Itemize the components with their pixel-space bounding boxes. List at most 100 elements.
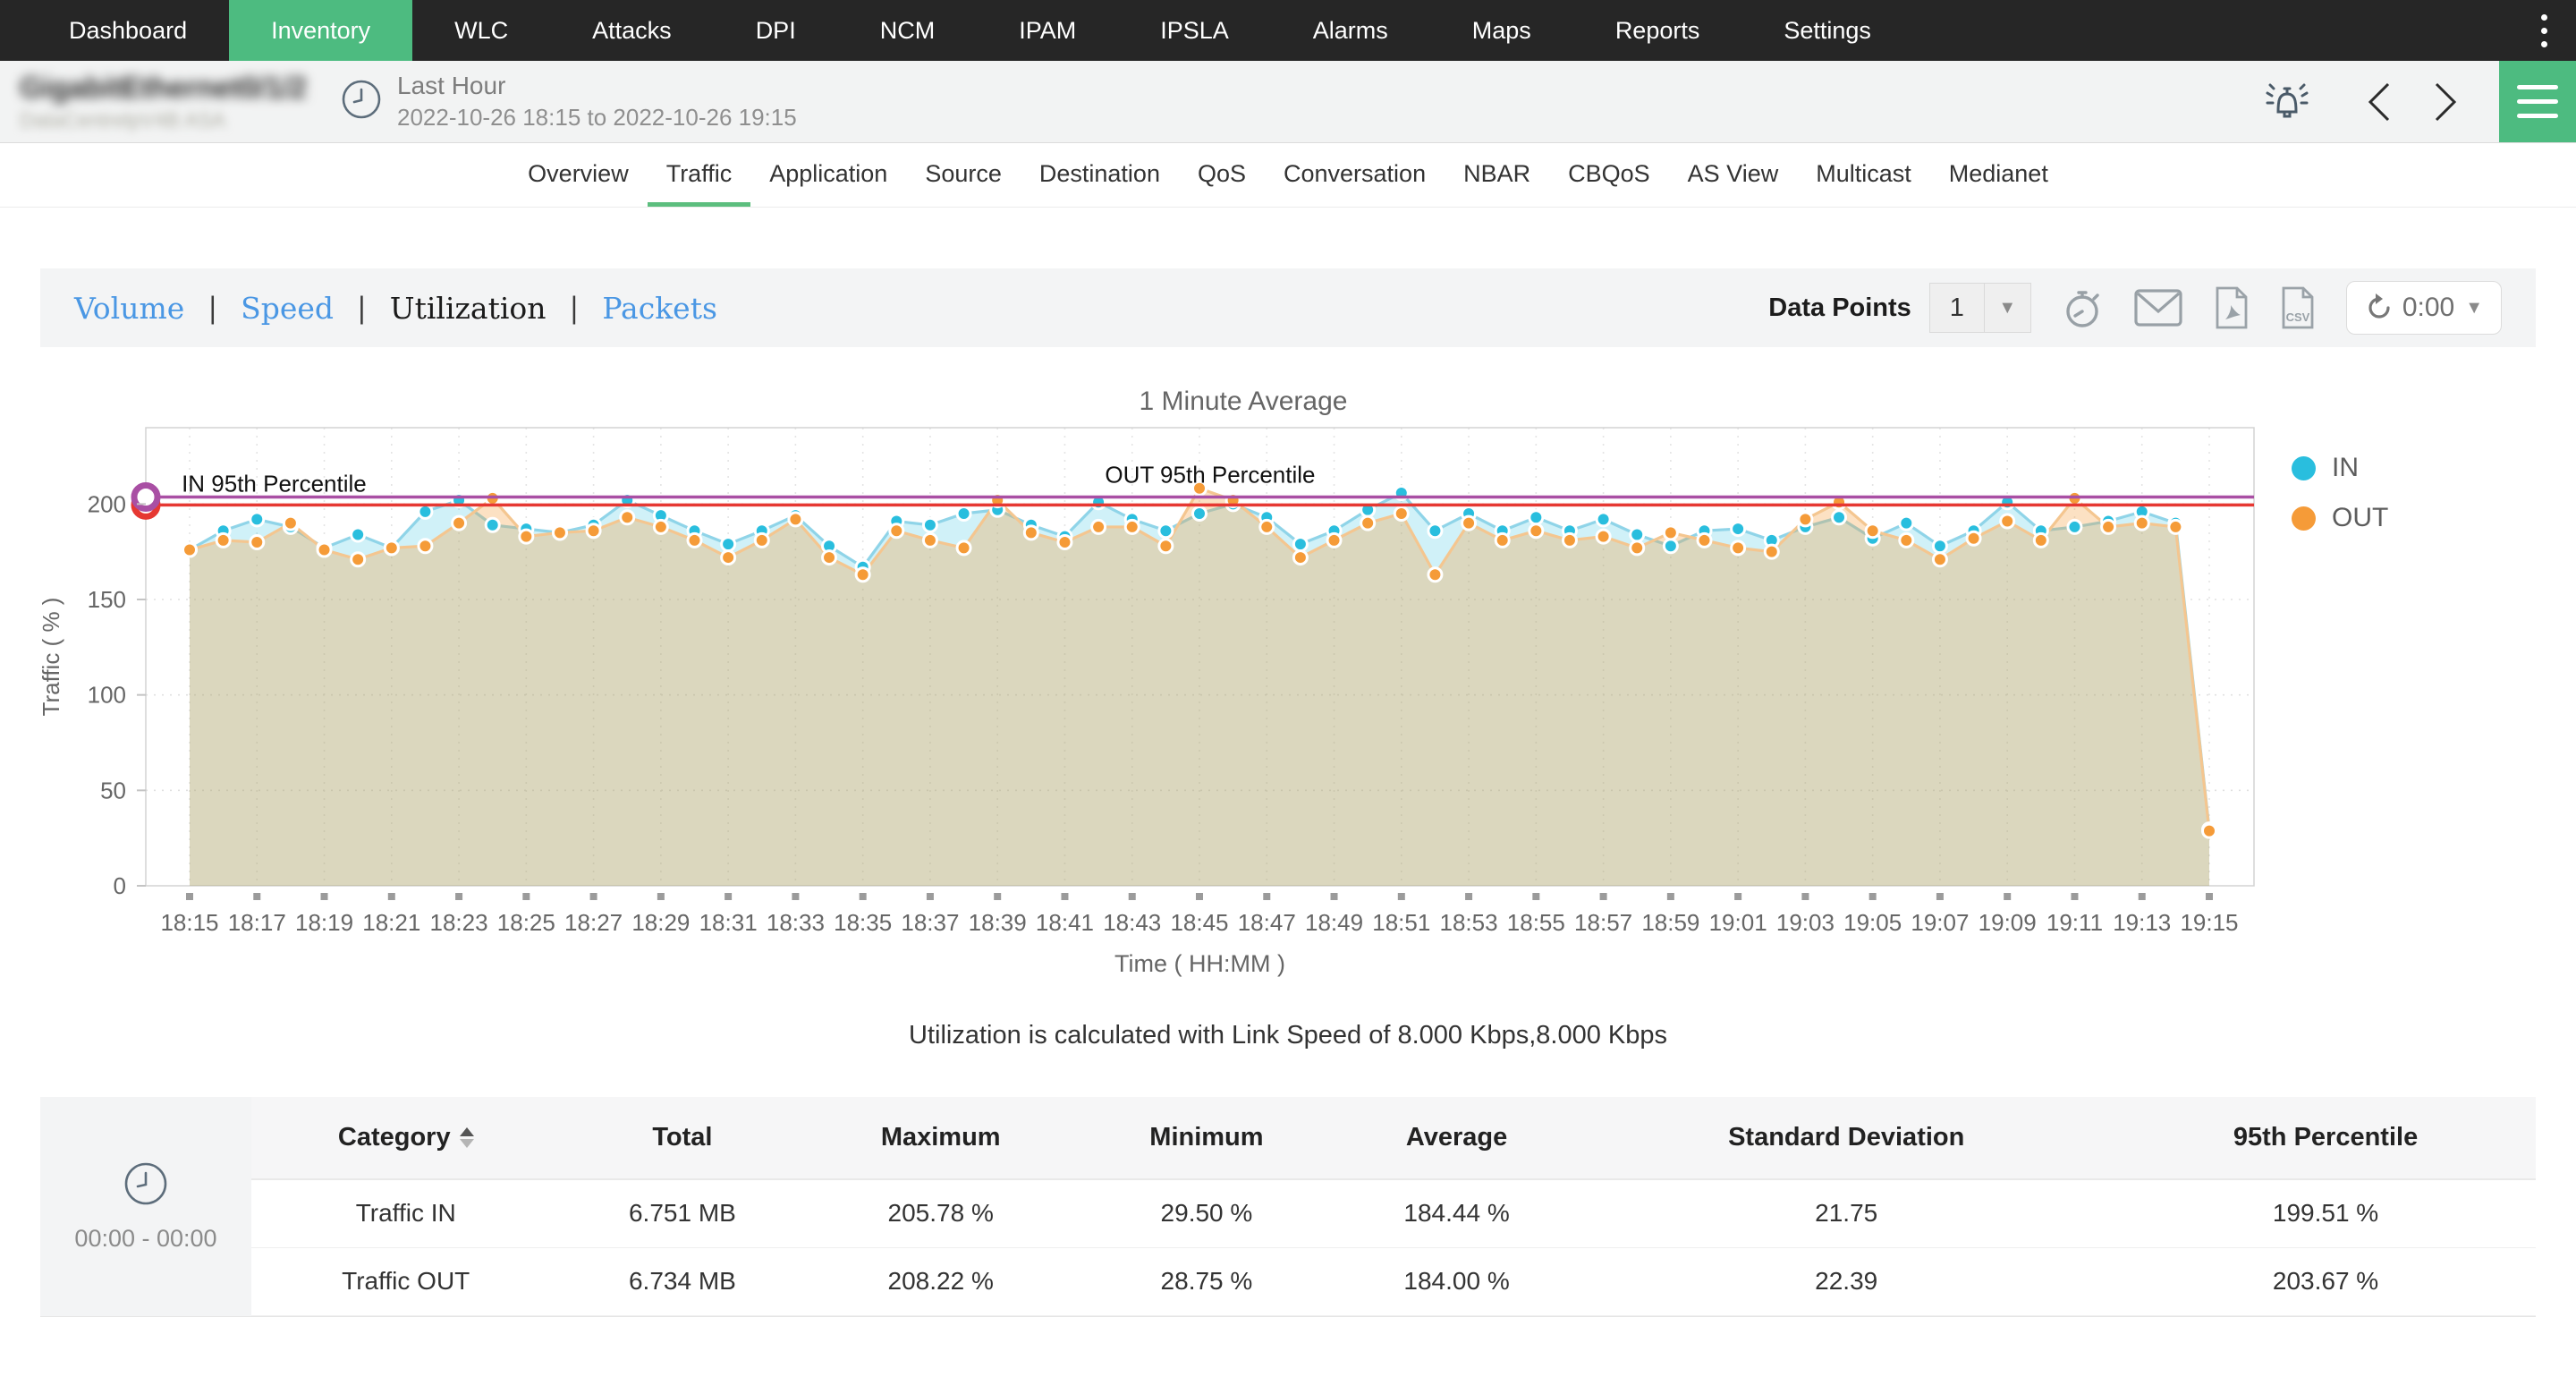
series-marker-out: [1664, 526, 1677, 540]
series-marker-in: [2068, 520, 2081, 533]
series-marker-out: [1428, 568, 1442, 582]
nav-item-wlc[interactable]: WLC: [412, 0, 550, 61]
x-tick: [1263, 893, 1270, 900]
x-tick: [927, 893, 934, 900]
view-link-utilization[interactable]: Utilization: [390, 291, 547, 326]
tab-source[interactable]: Source: [906, 143, 1021, 207]
x-tick: [2071, 893, 2078, 900]
tab-as-view[interactable]: AS View: [1669, 143, 1798, 207]
series-marker-out: [520, 530, 533, 543]
x-tick-label: 18:37: [901, 909, 959, 936]
data-points-select[interactable]: 1 ▼: [1929, 283, 2031, 333]
x-tick-label: 18:53: [1440, 909, 1498, 936]
chevron-left-icon[interactable]: [2367, 81, 2392, 123]
tab-nbar[interactable]: NBAR: [1445, 143, 1549, 207]
x-tick-label: 18:17: [228, 909, 286, 936]
interface-info: GigabitEthernet0/1/2 DataCentrelpV4B ASA: [20, 71, 315, 132]
nav-item-ipam[interactable]: IPAM: [977, 0, 1118, 61]
alarm-bell-icon[interactable]: [2261, 78, 2313, 126]
series-marker-out: [318, 543, 331, 557]
cell-standard-deviation: 21.75: [1577, 1179, 2115, 1247]
tab-overview[interactable]: Overview: [509, 143, 648, 207]
nav-item-alarms[interactable]: Alarms: [1271, 0, 1430, 61]
nav-item-ipsla[interactable]: IPSLA: [1118, 0, 1271, 61]
y-tick-label: 100: [88, 682, 126, 709]
view-link-packets[interactable]: Packets: [602, 291, 717, 326]
series-marker-out: [587, 524, 600, 538]
series-marker-in: [1293, 538, 1307, 551]
x-axis-title: Time ( HH:MM ): [1114, 950, 1285, 977]
x-tick-label: 18:47: [1238, 909, 1296, 936]
series-marker-out: [621, 511, 634, 524]
x-tick-label: 18:45: [1170, 909, 1228, 936]
chevron-right-icon[interactable]: [2433, 81, 2458, 123]
series-marker-in: [1933, 540, 1946, 553]
nav-item-inventory[interactable]: Inventory: [229, 0, 412, 61]
tab-cbqos[interactable]: CBQoS: [1549, 143, 1669, 207]
top-nav-items: DashboardInventoryWLCAttacksDPINCMIPAMIP…: [27, 0, 1913, 61]
x-tick-label: 19:01: [1709, 909, 1767, 936]
series-marker-out: [654, 520, 667, 533]
series-marker-in: [957, 507, 970, 521]
legend-item-out[interactable]: OUT: [2292, 503, 2388, 533]
x-tick-label: 18:39: [969, 909, 1027, 936]
tab-traffic[interactable]: Traffic: [648, 143, 751, 207]
view-link-volume[interactable]: Volume: [74, 291, 184, 326]
series-marker-out: [2001, 514, 2014, 528]
x-tick-label: 18:55: [1507, 909, 1565, 936]
tab-destination[interactable]: Destination: [1021, 143, 1179, 207]
column-header-standard-deviation: Standard Deviation: [1577, 1097, 2115, 1179]
email-icon[interactable]: [2133, 288, 2183, 327]
pdf-export-icon[interactable]: [2214, 285, 2250, 330]
tab-multicast[interactable]: Multicast: [1797, 143, 1930, 207]
tab-application[interactable]: Application: [750, 143, 906, 207]
series-marker-out: [1765, 545, 1778, 558]
legend-item-in[interactable]: IN: [2292, 453, 2388, 483]
nav-item-attacks[interactable]: Attacks: [550, 0, 714, 61]
x-tick: [657, 893, 665, 900]
column-header-maximum: Maximum: [804, 1097, 1077, 1179]
y-tick-label: 150: [88, 586, 126, 613]
series-marker-out: [385, 541, 398, 555]
x-tick: [388, 893, 395, 900]
stats-table: CategoryTotalMaximumMinimumAverageStanda…: [251, 1097, 2536, 1316]
schedule-timer-icon[interactable]: [2062, 286, 2103, 329]
overflow-menu-icon[interactable]: [2512, 0, 2576, 61]
series-marker-out: [1394, 507, 1408, 521]
tab-medianet[interactable]: Medianet: [1930, 143, 2067, 207]
tab-conversation[interactable]: Conversation: [1265, 143, 1445, 207]
x-tick-label: 18:23: [430, 909, 488, 936]
x-tick: [2004, 893, 2011, 900]
data-points-value: 1: [1930, 284, 1984, 332]
series-marker-in: [1193, 507, 1207, 521]
auto-refresh-control[interactable]: 0:00 ▼: [2346, 281, 2502, 335]
x-tick: [1061, 893, 1068, 900]
series-marker-out: [1563, 533, 1576, 547]
view-separator: |: [208, 291, 217, 325]
series-marker-out: [1866, 524, 1879, 538]
column-header-category[interactable]: Category: [251, 1097, 560, 1179]
nav-item-maps[interactable]: Maps: [1430, 0, 1573, 61]
nav-item-ncm[interactable]: NCM: [838, 0, 978, 61]
x-tick: [1532, 893, 1539, 900]
series-marker-in: [1597, 513, 1610, 526]
csv-export-icon[interactable]: CSV: [2280, 285, 2316, 330]
hamburger-menu-icon[interactable]: [2499, 61, 2576, 142]
series-marker-out: [1092, 520, 1106, 533]
nav-item-dashboard[interactable]: Dashboard: [27, 0, 229, 61]
time-period[interactable]: Last Hour 2022-10-26 18:15 to 2022-10-26…: [397, 72, 797, 132]
tab-qos[interactable]: QoS: [1179, 143, 1265, 207]
x-tick: [1331, 893, 1338, 900]
x-tick: [994, 893, 1001, 900]
toolbar-right: Data Points 1 ▼ CSV 0:00 ▼: [1768, 281, 2502, 335]
series-marker-out: [2102, 520, 2115, 533]
nav-item-reports[interactable]: Reports: [1573, 0, 1742, 61]
series-marker-in: [419, 505, 432, 518]
x-tick-label: 18:21: [362, 909, 420, 936]
series-marker-out: [755, 533, 768, 547]
nav-item-dpi[interactable]: DPI: [714, 0, 838, 61]
cell-maximum: 205.78 %: [804, 1179, 1077, 1247]
nav-item-settings[interactable]: Settings: [1741, 0, 1913, 61]
link-speed-footnote: Utilization is calculated with Link Spee…: [0, 1021, 2576, 1050]
view-link-speed[interactable]: Speed: [241, 291, 334, 326]
